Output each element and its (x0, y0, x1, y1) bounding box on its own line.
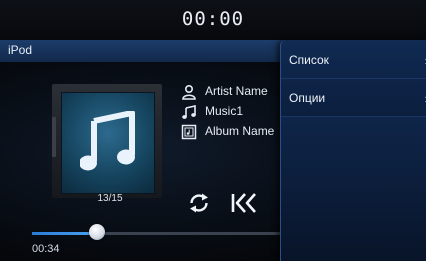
previous-track-icon[interactable] (230, 191, 258, 215)
music-note-icon (182, 105, 196, 119)
status-bar: 00:00 (0, 0, 426, 41)
side-menu: Список › Опции › (280, 40, 426, 261)
track-title: Music1 (205, 104, 244, 118)
music-note-icon (80, 111, 135, 171)
page-title: iPod (8, 43, 33, 57)
person-icon (182, 84, 196, 100)
menu-empty-area (281, 116, 426, 261)
album-row: Album Name (181, 123, 291, 141)
elapsed-time: 00:34 (32, 243, 60, 255)
album-icon (181, 124, 197, 140)
artist-row: Artist Name (181, 83, 291, 101)
progress-handle[interactable] (89, 224, 105, 240)
progress-fill (32, 232, 97, 235)
album-stack-edge (52, 117, 56, 157)
track-row: Music1 (181, 103, 291, 121)
album-name: Album Name (205, 124, 275, 138)
track-counter: 13/15 (97, 193, 123, 204)
menu-item-label: Опции (289, 91, 326, 105)
progress-bar[interactable] (32, 232, 292, 235)
menu-item-options[interactable]: Опции › (281, 80, 426, 117)
album-art[interactable] (61, 92, 155, 194)
menu-item-list[interactable]: Список › (281, 42, 426, 79)
clock: 00:00 (181, 8, 245, 30)
menu-item-label: Список (289, 53, 329, 67)
artist-name: Artist Name (205, 84, 268, 98)
repeat-icon[interactable] (187, 191, 211, 215)
screen: 00:00 iPod 13/15 Artist Name Music1 Albu… (0, 0, 426, 261)
